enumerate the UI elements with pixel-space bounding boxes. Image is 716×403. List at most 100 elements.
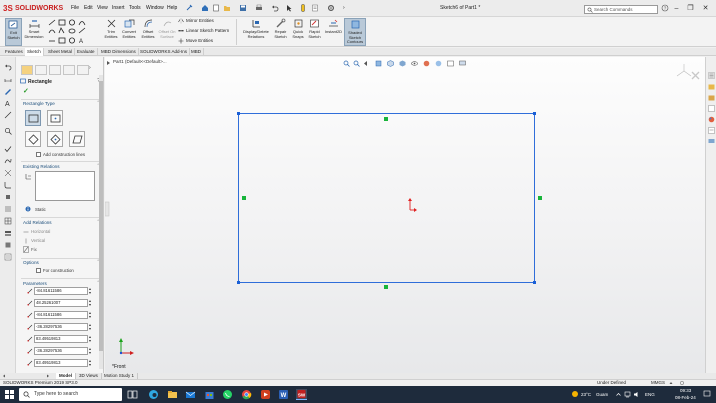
tab-solidworks-addins[interactable]: SOLIDWORKS Add-Ins: [138, 48, 191, 56]
line-icon[interactable]: [4, 111, 12, 119]
feature-manager-tab[interactable]: [21, 65, 33, 75]
relation-icon[interactable]: [4, 169, 12, 177]
menu-tools[interactable]: Tools: [129, 5, 141, 11]
print-icon[interactable]: [255, 4, 263, 12]
pm-scroll-thumb[interactable]: [99, 81, 103, 351]
ok-check-button[interactable]: ✓: [23, 87, 29, 95]
undo-arrow-icon[interactable]: [4, 63, 12, 71]
help-icon[interactable]: [680, 381, 684, 385]
display-manager-tab[interactable]: [77, 65, 89, 75]
sketch-rectangle[interactable]: [238, 113, 535, 283]
restore-icon[interactable]: ❐: [686, 4, 695, 13]
mirror-entities-button[interactable]: Mirror Entities: [178, 18, 214, 24]
corner-point[interactable]: [533, 112, 536, 115]
convert-entities-button[interactable]: Convert Entities: [120, 18, 138, 46]
tab-scroll-right-icon[interactable]: [46, 374, 50, 378]
weather-temp[interactable]: 23°C: [581, 392, 591, 397]
options-gear-icon[interactable]: [327, 4, 335, 12]
trim-entities-button[interactable]: Trim Entities: [104, 18, 118, 46]
whatsapp-icon[interactable]: [222, 389, 233, 400]
expand-chevron-icon[interactable]: ›: [89, 65, 99, 75]
rebuild-icon[interactable]: [299, 4, 307, 12]
center-rectangle-button[interactable]: [47, 110, 63, 126]
media-player-icon[interactable]: [260, 389, 271, 400]
new-document-icon[interactable]: [212, 4, 220, 12]
forum-icon[interactable]: [708, 138, 715, 145]
solidworks-logo[interactable]: 3S SOLIDWORKS: [3, 3, 63, 14]
open-icon[interactable]: [223, 4, 231, 12]
language-indicator[interactable]: ENG: [645, 392, 655, 397]
tab-sketch[interactable]: Sketch: [25, 48, 44, 56]
store-icon[interactable]: [204, 389, 215, 400]
layers-icon[interactable]: [4, 229, 12, 237]
spinner-icon[interactable]: ▴ ▾: [89, 335, 94, 343]
corner-rectangle-button[interactable]: [25, 110, 41, 126]
notifications-icon[interactable]: [703, 390, 711, 398]
horizontal-relation[interactable]: Horizontal: [31, 229, 50, 234]
param-x4-input[interactable]: 83.49519813: [34, 359, 88, 367]
custom-properties-icon[interactable]: [708, 127, 715, 134]
offset-on-surface-button[interactable]: Offset On Surface: [158, 18, 176, 46]
menu-insert[interactable]: Insert: [112, 5, 125, 11]
tab-sheet-metal[interactable]: Sheet Metal: [46, 48, 76, 56]
add-construction-lines-checkbox[interactable]: [36, 152, 41, 157]
rapid-sketch-button[interactable]: Rapid Sketch: [306, 18, 323, 46]
appearances-icon[interactable]: [708, 116, 715, 123]
solidworks-resources-icon[interactable]: [708, 72, 715, 79]
fillet-icon[interactable]: [4, 181, 12, 189]
view-palette-icon[interactable]: [708, 105, 715, 112]
menu-edit[interactable]: Edit: [84, 5, 93, 11]
param-y1-input[interactable]: 48.25261007: [34, 299, 88, 307]
points-icon[interactable]: [4, 193, 12, 201]
existing-relations-list[interactable]: [35, 171, 95, 201]
help-question-icon[interactable]: ?: [661, 4, 669, 12]
pattern-icon[interactable]: [4, 205, 12, 213]
menu-help[interactable]: Help: [167, 5, 177, 11]
network-icon[interactable]: [624, 391, 631, 398]
search-commands-input[interactable]: Search Commands: [584, 5, 658, 14]
param-y3-input[interactable]: -36.28297536: [34, 347, 88, 355]
clock-date[interactable]: 08-Feb-24: [675, 395, 696, 400]
panel-splitter-handle[interactable]: [105, 201, 110, 217]
midpoint-handle[interactable]: [242, 196, 246, 200]
pin-icon[interactable]: [185, 4, 193, 12]
solidworks-taskbar-icon[interactable]: SW: [296, 389, 307, 400]
property-manager-tab[interactable]: [35, 65, 47, 75]
sketch-pencil-icon[interactable]: [4, 87, 12, 95]
existing-relations-header[interactable]: Existing Relations: [23, 164, 60, 169]
volume-icon[interactable]: [633, 391, 640, 398]
close-icon[interactable]: ✕: [701, 4, 710, 13]
mail-icon[interactable]: [185, 389, 196, 400]
design-library-icon[interactable]: [708, 83, 715, 90]
undo-icon[interactable]: [271, 4, 279, 12]
edge-browser-icon[interactable]: [148, 389, 159, 400]
tab-scroll-left-icon[interactable]: [2, 374, 6, 378]
save-icon[interactable]: [239, 4, 247, 12]
corner-point[interactable]: [237, 281, 240, 284]
midpoint-handle[interactable]: [384, 117, 388, 121]
minimize-icon[interactable]: –: [672, 4, 681, 13]
display-delete-relations-button[interactable]: Display/Delete Relations: [240, 18, 272, 46]
spinner-icon[interactable]: ▴ ▾: [89, 311, 94, 319]
menu-file[interactable]: File: [71, 5, 79, 11]
zoom-icon[interactable]: [4, 127, 12, 135]
parallelogram-button[interactable]: [69, 131, 85, 147]
instant2d-button[interactable]: Instant2D: [323, 18, 344, 46]
task-view-icon[interactable]: [127, 389, 138, 400]
3point-corner-button[interactable]: [25, 131, 41, 147]
param-y2-input[interactable]: -36.28297536: [34, 323, 88, 331]
menu-view[interactable]: View: [97, 5, 108, 11]
vertical-relation[interactable]: Vertical: [31, 238, 45, 243]
tab-mbd-dimensions[interactable]: MBD Dimensions: [99, 48, 139, 56]
spinner-icon[interactable]: ▴ ▾: [89, 287, 94, 295]
select-icon[interactable]: [285, 4, 293, 12]
pm-scrollbar[interactable]: [99, 75, 103, 369]
spinner-icon[interactable]: ▴ ▾: [89, 299, 94, 307]
midpoint-handle[interactable]: [538, 196, 542, 200]
corner-point[interactable]: [237, 112, 240, 115]
configuration-manager-tab[interactable]: [49, 65, 61, 75]
weather-location[interactable]: Guam: [596, 392, 608, 397]
param-x1-input[interactable]: -84.81611586: [34, 287, 88, 295]
repair-sketch-button[interactable]: Repair Sketch: [272, 18, 289, 46]
rectangle-type-header[interactable]: Rectangle Type: [23, 101, 55, 106]
